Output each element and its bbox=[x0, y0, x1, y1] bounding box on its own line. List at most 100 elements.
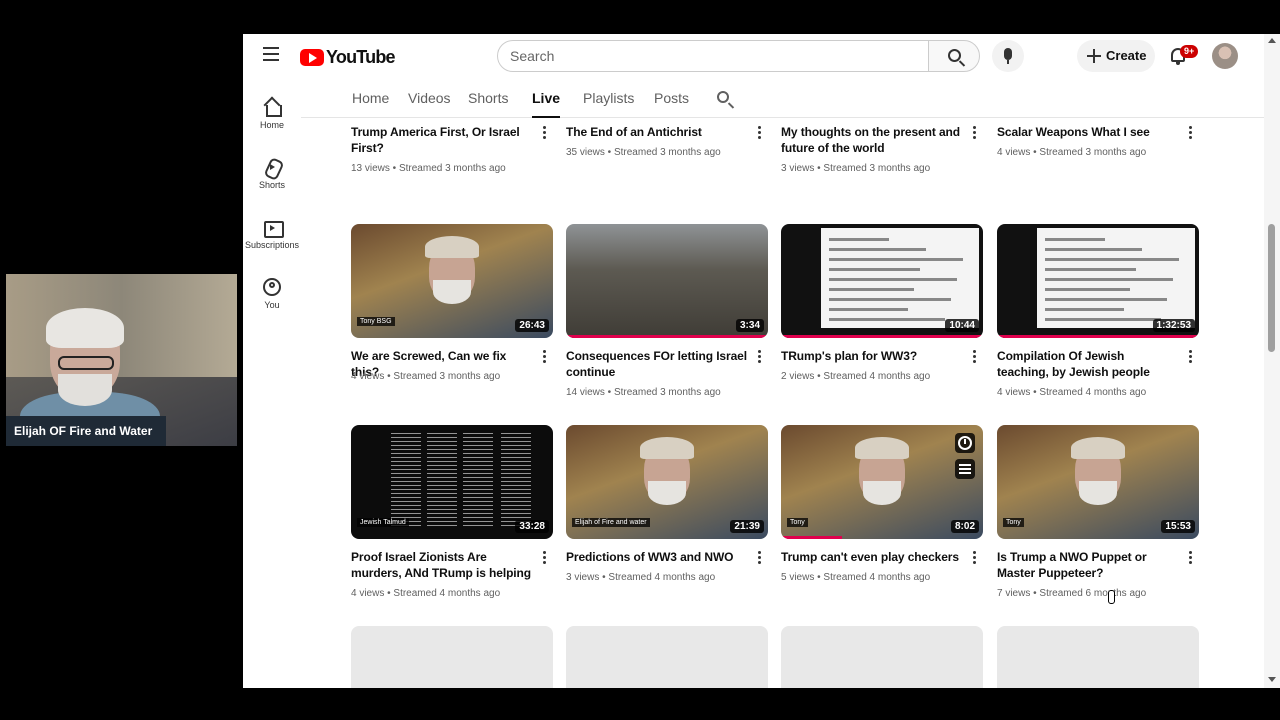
duration-badge: 8:02 bbox=[950, 520, 979, 533]
thumbnail-caption: Tony bbox=[1003, 518, 1024, 527]
video-thumbnail[interactable]: Jewish Talmud 33:28 bbox=[351, 425, 553, 539]
tab-shorts[interactable]: Shorts bbox=[468, 90, 508, 118]
video-title[interactable]: Trump can't even play checkers bbox=[781, 549, 963, 565]
sidebar-item-label: Home bbox=[259, 120, 284, 130]
more-options-icon[interactable] bbox=[973, 350, 977, 364]
channel-tabs: Home Videos Shorts Live Playlists Posts bbox=[301, 78, 1264, 118]
video-thumbnail[interactable]: Tony 8:02 bbox=[781, 425, 983, 539]
video-title[interactable]: Predictions of WW3 and NWO bbox=[566, 549, 748, 565]
channel-search-icon[interactable] bbox=[717, 91, 733, 107]
video-title[interactable]: TRump's plan for WW3? bbox=[781, 348, 963, 364]
add-to-queue-icon[interactable] bbox=[955, 459, 975, 479]
voice-search-button[interactable] bbox=[992, 40, 1024, 72]
video-meta: 4 views • Streamed 3 months ago bbox=[351, 371, 501, 382]
more-options-icon[interactable] bbox=[543, 551, 547, 565]
search-button[interactable] bbox=[928, 40, 980, 72]
subscriptions-icon bbox=[263, 218, 284, 238]
video-meta: 4 views • Streamed 3 months ago bbox=[997, 147, 1147, 158]
sidebar-item-you[interactable]: You bbox=[243, 274, 301, 324]
screen: Elijah OF Fire and Water Ex-Israeli pilo… bbox=[0, 0, 1280, 720]
video-title[interactable]: The End of an Antichrist bbox=[566, 124, 748, 140]
tab-posts[interactable]: Posts bbox=[654, 90, 689, 118]
avatar[interactable] bbox=[1212, 43, 1238, 69]
more-options-icon[interactable] bbox=[758, 126, 762, 140]
scrollbar[interactable] bbox=[1264, 34, 1280, 688]
more-options-icon[interactable] bbox=[543, 126, 547, 140]
watch-progress-bar bbox=[781, 536, 842, 539]
tab-playlists[interactable]: Playlists bbox=[583, 90, 634, 118]
video-title[interactable]: My thoughts on the present and future of… bbox=[781, 124, 963, 156]
youtube-play-icon bbox=[300, 49, 324, 66]
sidebar-item-label: You bbox=[264, 300, 280, 310]
thumbnail-caption: Tony BSG bbox=[357, 317, 395, 326]
duration-badge: 26:43 bbox=[515, 319, 549, 332]
video-thumbnail[interactable]: 3:34 bbox=[566, 224, 768, 338]
create-button[interactable]: Create bbox=[1077, 40, 1155, 72]
duration-badge: 1:32:53 bbox=[1152, 319, 1195, 332]
more-options-icon[interactable] bbox=[1189, 350, 1193, 364]
loading-placeholder bbox=[566, 626, 768, 688]
tab-live[interactable]: Live bbox=[532, 90, 561, 118]
video-thumbnail[interactable]: Tony 15:53 bbox=[997, 425, 1199, 539]
thumbnail-caption: Tony bbox=[787, 518, 808, 527]
more-options-icon[interactable] bbox=[1189, 551, 1193, 565]
more-options-icon[interactable] bbox=[758, 350, 762, 364]
video-title[interactable]: Trump America First, Or Israel First? bbox=[351, 124, 533, 156]
mic-icon bbox=[1004, 48, 1012, 60]
thumbnail-caption: Elijah of Fire and water bbox=[572, 518, 650, 527]
watch-progress-bar bbox=[997, 335, 1199, 338]
watch-progress-bar bbox=[781, 335, 983, 338]
top-bar: YouTube Search Create 9+ bbox=[243, 34, 1280, 78]
mouse-cursor bbox=[1106, 590, 1116, 606]
search-icon bbox=[948, 49, 961, 62]
video-meta: 13 views • Streamed 3 months ago bbox=[351, 163, 506, 174]
more-options-icon[interactable] bbox=[973, 126, 977, 140]
more-options-icon[interactable] bbox=[758, 551, 762, 565]
loading-placeholder bbox=[781, 626, 983, 688]
video-meta: 4 views • Streamed 4 months ago bbox=[997, 387, 1147, 398]
video-meta: 5 views • Streamed 4 months ago bbox=[781, 572, 931, 583]
video-meta: 7 views • Streamed 6 months ago bbox=[997, 588, 1147, 599]
logo-text: YouTube bbox=[326, 47, 396, 67]
more-options-icon[interactable] bbox=[973, 551, 977, 565]
video-title[interactable]: Proof Israel Zionists Are murders, ANd T… bbox=[351, 549, 533, 581]
video-meta: 3 views • Streamed 3 months ago bbox=[781, 163, 931, 174]
duration-badge: 21:39 bbox=[730, 520, 764, 533]
loading-placeholder bbox=[351, 626, 553, 688]
video-thumbnail[interactable]: 1:32:53 bbox=[997, 224, 1199, 338]
menu-icon[interactable] bbox=[263, 47, 281, 65]
search-input[interactable]: Search bbox=[497, 40, 929, 72]
video-meta: 14 views • Streamed 3 months ago bbox=[566, 387, 721, 398]
sidebar-item-label: Subscriptions bbox=[244, 240, 300, 250]
thumbnail-caption: Jewish Talmud bbox=[357, 518, 409, 527]
more-options-icon[interactable] bbox=[543, 350, 547, 364]
loading-placeholder bbox=[997, 626, 1199, 688]
video-title[interactable]: Scalar Weapons What I see bbox=[997, 124, 1179, 140]
sidebar-item-home[interactable]: Home bbox=[243, 94, 301, 144]
more-options-icon[interactable] bbox=[1189, 126, 1193, 140]
tab-videos[interactable]: Videos bbox=[408, 90, 451, 118]
video-title[interactable]: Compilation Of Jewish teaching, by Jewis… bbox=[997, 348, 1179, 380]
webcam-name-label: Elijah OF Fire and Water bbox=[6, 416, 166, 446]
video-meta: 35 views • Streamed 3 months ago bbox=[566, 147, 721, 158]
video-thumbnail[interactable]: Tony BSG 26:43 bbox=[351, 224, 553, 338]
duration-badge: 3:34 bbox=[735, 319, 764, 332]
home-icon bbox=[263, 98, 282, 117]
watch-later-icon[interactable] bbox=[955, 433, 975, 453]
duration-badge: 10:44 bbox=[945, 319, 979, 332]
youtube-logo[interactable]: YouTube bbox=[300, 47, 396, 68]
sidebar: Home Shorts Subscriptions You bbox=[243, 78, 301, 688]
video-thumbnail[interactable]: 10:44 bbox=[781, 224, 983, 338]
video-meta: 3 views • Streamed 4 months ago bbox=[566, 572, 716, 583]
tab-home[interactable]: Home bbox=[352, 90, 389, 118]
video-meta: 2 views • Streamed 4 months ago bbox=[781, 371, 931, 382]
video-thumbnail[interactable]: Elijah of Fire and water 21:39 bbox=[566, 425, 768, 539]
video-meta: 4 views • Streamed 4 months ago bbox=[351, 588, 501, 599]
duration-badge: 33:28 bbox=[515, 520, 549, 533]
sidebar-item-subscriptions[interactable]: Subscriptions bbox=[243, 214, 301, 264]
watch-progress-bar bbox=[566, 335, 768, 338]
video-title[interactable]: Is Trump a NWO Puppet or Master Puppetee… bbox=[997, 549, 1179, 581]
sidebar-item-shorts[interactable]: Shorts bbox=[243, 154, 301, 204]
video-title[interactable]: Consequences FOr letting Israel continue bbox=[566, 348, 748, 380]
sidebar-item-label: Shorts bbox=[258, 180, 285, 190]
